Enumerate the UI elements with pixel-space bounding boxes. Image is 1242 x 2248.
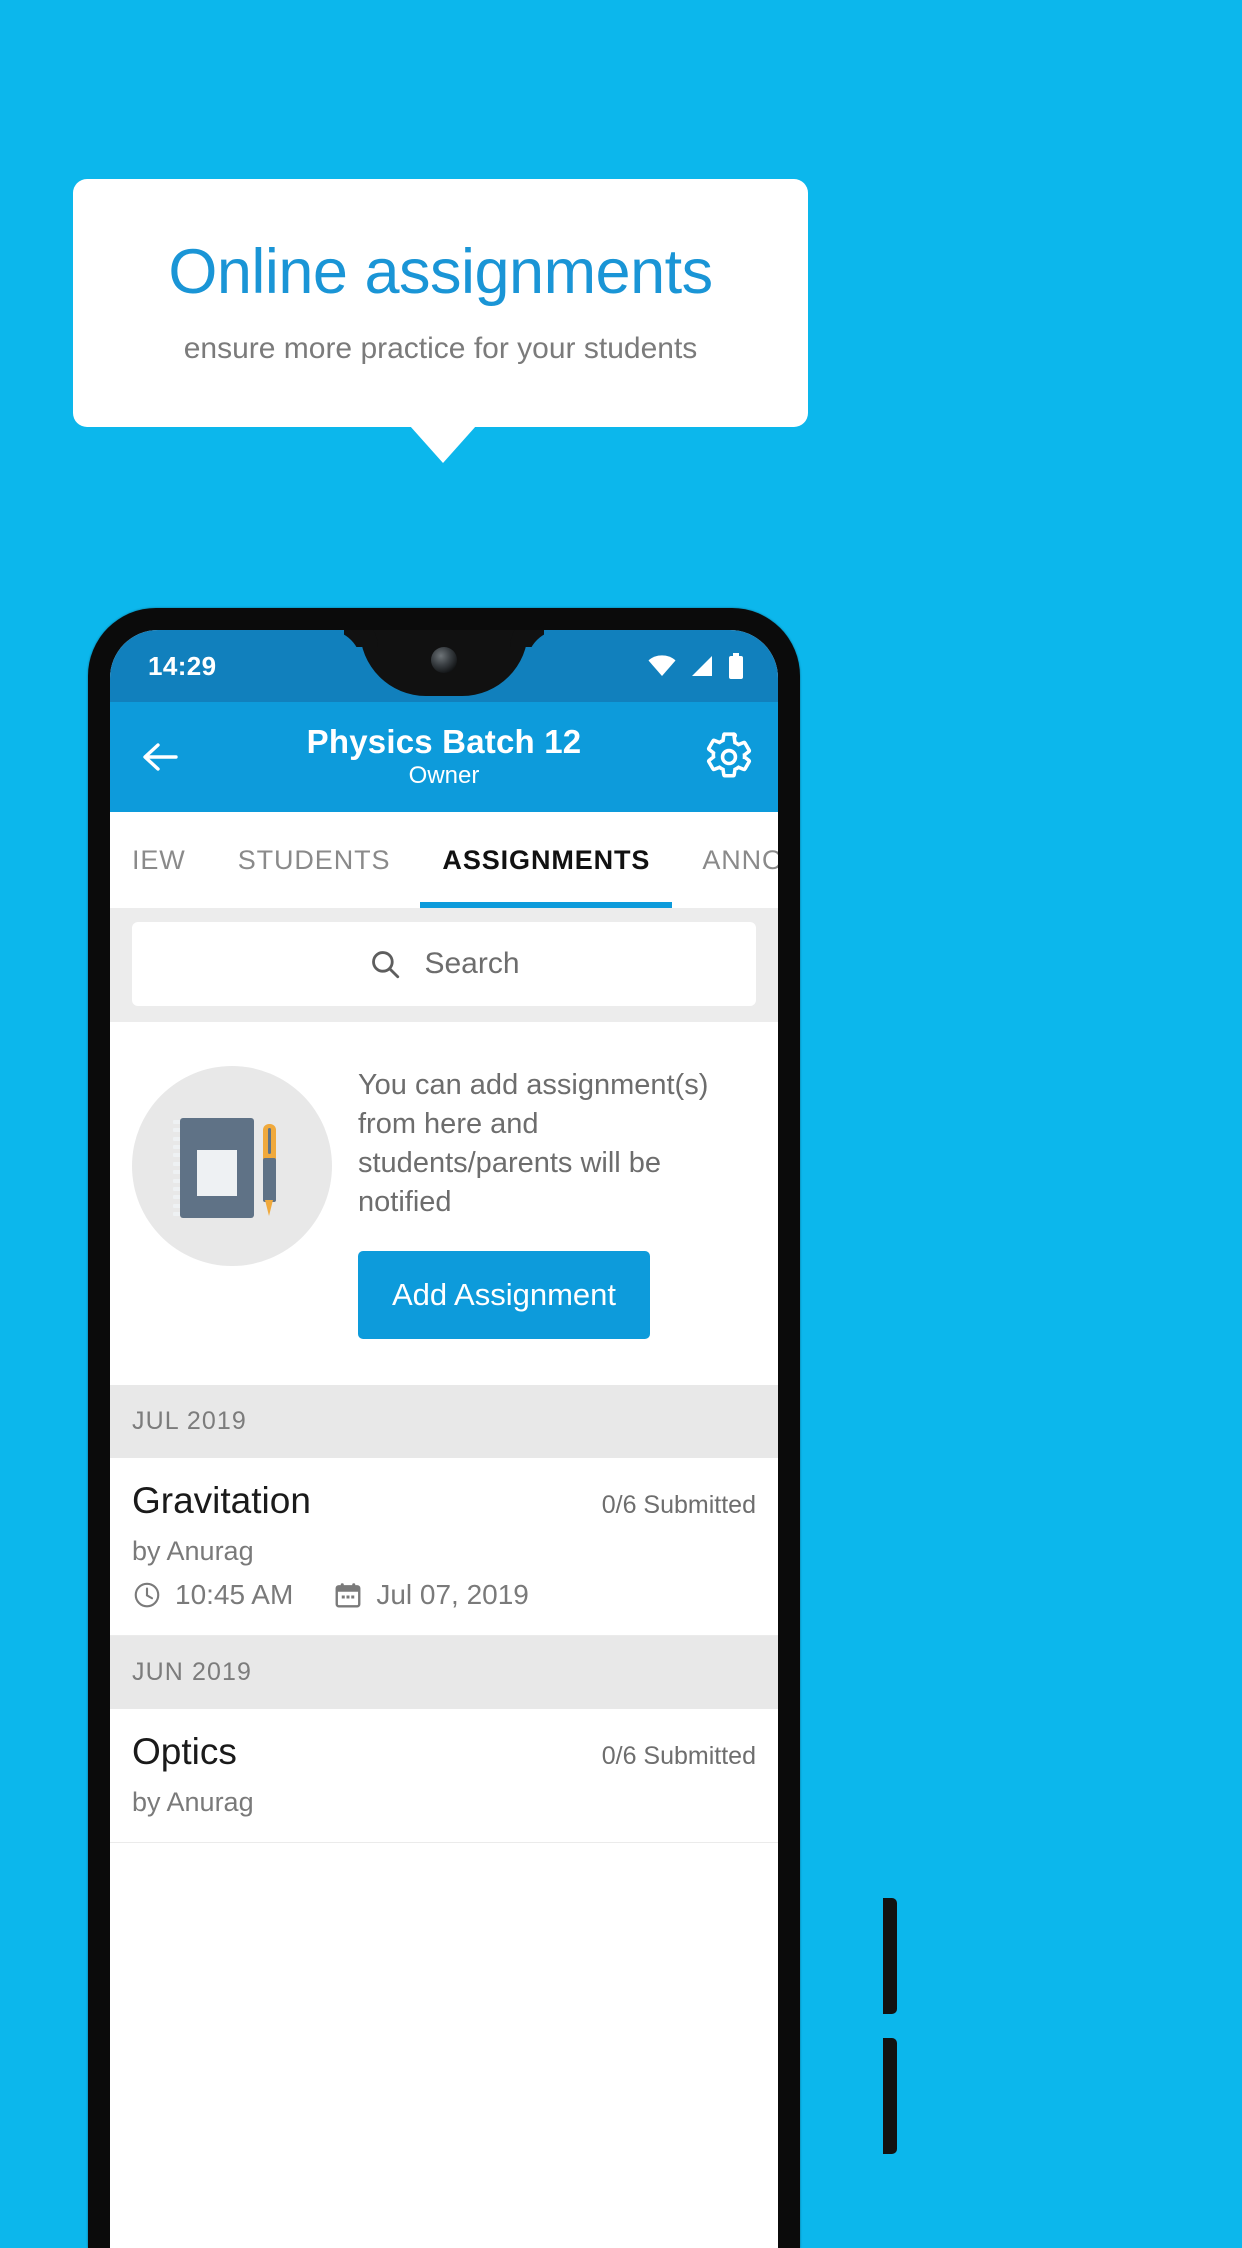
pen-icon	[263, 1124, 276, 1216]
table-row[interactable]: Optics 0/6 Submitted by Anurag	[110, 1709, 778, 1844]
volume-up-button[interactable]	[883, 1898, 897, 2014]
assignment-meta: 10:45 AM Jul 07, 2019	[132, 1579, 756, 1611]
app-bar-titles: Physics Batch 12 Owner	[306, 722, 582, 791]
notebook-label	[197, 1150, 237, 1196]
back-arrow-icon[interactable]	[136, 733, 184, 781]
assignment-row-top: Optics 0/6 Submitted	[132, 1731, 756, 1773]
phone-mockup: 14:29 Physics Batch 12 Owner IEW STUDENT…	[88, 608, 897, 2248]
calendar-icon	[333, 1580, 363, 1610]
assignment-title: Gravitation	[132, 1480, 311, 1522]
signal-icon	[690, 655, 714, 677]
add-assignment-button[interactable]: Add Assignment	[358, 1251, 651, 1340]
empty-state-content: You can add assignment(s) from here and …	[358, 1062, 756, 1340]
promo-subheadline: ensure more practice for your students	[183, 331, 698, 365]
front-camera	[431, 647, 457, 673]
tab-students[interactable]: STUDENTS	[212, 812, 417, 908]
promo-bubble-tail	[410, 426, 476, 463]
tab-assignments[interactable]: ASSIGNMENTS	[416, 812, 676, 908]
assignment-submitted-count: 0/6 Submitted	[601, 1491, 756, 1520]
wifi-icon	[648, 655, 676, 677]
assignment-time: 10:45 AM	[175, 1579, 294, 1611]
search-input[interactable]: Search	[132, 922, 756, 1006]
section-header-jun: JUN 2019	[110, 1636, 778, 1710]
promo-headline: Online assignments	[168, 236, 713, 307]
status-bar-clock: 14:29	[148, 650, 217, 681]
search-container: Search	[110, 908, 778, 1022]
assignment-author: by Anurag	[132, 1787, 254, 1818]
search-icon	[368, 947, 402, 981]
promo-bubble: Online assignments ensure more practice …	[73, 179, 808, 427]
page-title: Physics Batch 12	[306, 722, 582, 760]
table-row[interactable]: Gravitation 0/6 Submitted by Anurag 10:4…	[110, 1458, 778, 1637]
section-header-jul: JUL 2019	[110, 1385, 778, 1459]
search-placeholder: Search	[424, 947, 520, 980]
assignment-row-top: Gravitation 0/6 Submitted	[132, 1480, 756, 1522]
tab-announcements[interactable]: ANNOUNCEN	[676, 812, 778, 908]
volume-down-button[interactable]	[883, 2038, 897, 2154]
empty-state: You can add assignment(s) from here and …	[110, 1022, 778, 1386]
empty-state-text: You can add assignment(s) from here and …	[358, 1069, 709, 1218]
battery-icon	[728, 653, 744, 679]
notebook-and-pen-icon	[132, 1066, 332, 1266]
notebook-body	[180, 1118, 254, 1218]
assignment-author: by Anurag	[132, 1536, 254, 1567]
phone-screen: 14:29 Physics Batch 12 Owner IEW STUDENT…	[110, 630, 778, 2248]
assignment-title: Optics	[132, 1731, 237, 1773]
assignment-date: Jul 07, 2019	[376, 1579, 529, 1611]
tab-bar: IEW STUDENTS ASSIGNMENTS ANNOUNCEN	[110, 812, 778, 908]
tab-overview[interactable]: IEW	[110, 812, 212, 908]
gear-icon[interactable]	[704, 732, 754, 782]
page-subtitle: Owner	[408, 762, 480, 790]
clock-icon	[132, 1580, 162, 1610]
app-bar: Physics Batch 12 Owner	[110, 702, 778, 812]
assignment-submitted-count: 0/6 Submitted	[601, 1742, 756, 1771]
status-bar-icons	[648, 653, 744, 679]
